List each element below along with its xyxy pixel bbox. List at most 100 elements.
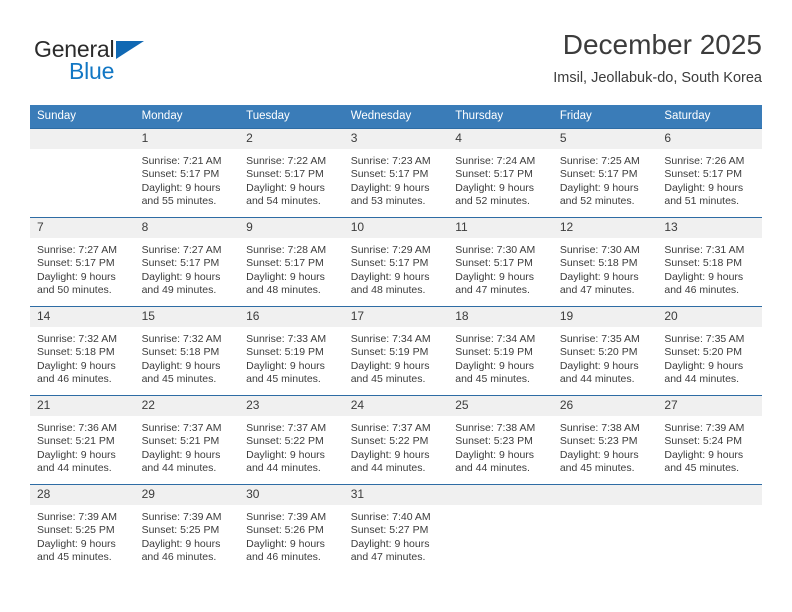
daylight-duration-line-1: Daylight: 9 hours	[246, 181, 325, 194]
calendar-day-cell[interactable]: 11 Sunrise: 7:30 AM Sunset: 5:17 PM Dayligh…	[448, 217, 553, 307]
sunset-time: Sunset: 5:23 PM	[455, 435, 533, 448]
day-details: Sunrise: 7:37 AM Sunset: 5:22 PM Daylight:…	[344, 416, 449, 476]
calendar-day-cell[interactable]: 25 Sunrise: 7:38 AM Sunset: 5:23 PM Dayligh…	[448, 395, 553, 485]
calendar-day-cell[interactable]: 7 Sunrise: 7:27 AM Sunset: 5:17 PM Daylight…	[30, 217, 135, 307]
daylight-duration-line-2: and 52 minutes.	[559, 195, 635, 208]
calendar-day-cell[interactable]: 3 Sunrise: 7:23 AM Sunset: 5:17 PM Daylight…	[343, 128, 449, 218]
day-details: Sunrise: 7:39 AM Sunset: 5:24 PM Daylight:…	[657, 416, 762, 476]
calendar-day-cell[interactable]: 17 Sunrise: 7:34 AM Sunset: 5:19 PM Dayligh…	[343, 306, 449, 396]
sunset-time: Sunset: 5:17 PM	[246, 257, 324, 270]
location-subtitle: Imsil, Jeollabuk-do, South Korea	[553, 70, 762, 86]
calendar-week-row: 14 Sunrise: 7:32 AM Sunset: 5:18 PM Dayligh…	[30, 306, 762, 396]
daylight-duration-line-1: Daylight: 9 hours	[141, 181, 221, 194]
daylight-duration-line-2: and 44 minutes.	[455, 462, 530, 475]
calendar-day-cell[interactable]: 30 Sunrise: 7:39 AM Sunset: 5:26 PM Dayligh…	[239, 484, 344, 573]
day-number: 4	[448, 129, 553, 149]
calendar-day-cell[interactable]: 18 Sunrise: 7:34 AM Sunset: 5:19 PM Dayligh…	[448, 306, 553, 396]
daylight-duration-line-2: and 49 minutes.	[141, 284, 217, 297]
calendar-day-cell[interactable]: 21 Sunrise: 7:36 AM Sunset: 5:21 PM Dayligh…	[30, 395, 135, 485]
calendar-day-cell[interactable]: 23 Sunrise: 7:37 AM Sunset: 5:22 PM Dayligh…	[239, 395, 344, 485]
calendar-day-cell[interactable]: 4 Sunrise: 7:24 AM Sunset: 5:17 PM Daylight…	[448, 128, 553, 218]
daylight-duration-line-2: and 48 minutes.	[246, 284, 321, 297]
day-details: Sunrise: 7:21 AM Sunset: 5:17 PM Daylight:…	[135, 149, 240, 209]
calendar-day-cell[interactable]: 6 Sunrise: 7:26 AM Sunset: 5:17 PM Daylight…	[657, 128, 762, 218]
day-details: Sunrise: 7:24 AM Sunset: 5:17 PM Daylight:…	[448, 149, 553, 209]
calendar-day-cell[interactable]: 24 Sunrise: 7:37 AM Sunset: 5:22 PM Dayligh…	[343, 395, 449, 485]
sunset-time: Sunset: 5:27 PM	[350, 524, 429, 537]
day-details: Sunrise: 7:40 AM Sunset: 5:27 PM Daylight:…	[344, 505, 449, 565]
calendar-day-cell[interactable]: 8 Sunrise: 7:27 AM Sunset: 5:17 PM Daylight…	[134, 217, 240, 307]
daylight-duration-line-2: and 55 minutes.	[141, 195, 217, 208]
day-details: Sunrise: 7:33 AM Sunset: 5:19 PM Daylight:…	[239, 327, 344, 387]
daylight-duration-line-2: and 44 minutes.	[141, 462, 217, 475]
sunset-time: Sunset: 5:25 PM	[141, 524, 220, 537]
daylight-duration-line-1: Daylight: 9 hours	[664, 181, 744, 194]
daylight-duration-line-2: and 47 minutes.	[350, 551, 426, 564]
calendar-day-cell[interactable]: 22 Sunrise: 7:37 AM Sunset: 5:21 PM Dayligh…	[134, 395, 240, 485]
page-title: December 2025	[562, 29, 762, 60]
day-number: 19	[552, 307, 658, 327]
calendar-day-cell[interactable]: 31 Sunrise: 7:40 AM Sunset: 5:27 PM Dayligh…	[343, 484, 449, 573]
day-details: Sunrise: 7:34 AM Sunset: 5:19 PM Daylight:…	[344, 327, 449, 387]
calendar-day-cell[interactable]: 19 Sunrise: 7:35 AM Sunset: 5:20 PM Dayligh…	[552, 306, 658, 396]
calendar-day-cell[interactable]: 1 Sunrise: 7:21 AM Sunset: 5:17 PM Daylight…	[134, 128, 240, 218]
day-details: Sunrise: 7:37 AM Sunset: 5:22 PM Daylight:…	[239, 416, 344, 476]
sunrise-time: Sunrise: 7:37 AM	[350, 422, 431, 434]
sunrise-sunset-calendar: Sunday Monday Tuesday Wednesday Thursday…	[30, 105, 762, 573]
daylight-duration-line-2: and 46 minutes.	[141, 551, 217, 564]
sunrise-time: Sunrise: 7:39 AM	[246, 511, 327, 523]
sunrise-time: Sunrise: 7:38 AM	[559, 422, 640, 434]
sunrise-time: Sunrise: 7:29 AM	[350, 244, 431, 256]
daylight-duration-line-2: and 47 minutes.	[455, 284, 530, 297]
calendar-day-cell[interactable]: 9 Sunrise: 7:28 AM Sunset: 5:17 PM Daylight…	[239, 217, 344, 307]
calendar-week-row: 28 Sunrise: 7:39 AM Sunset: 5:25 PM Dayligh…	[30, 484, 762, 573]
day-details: Sunrise: 7:36 AM Sunset: 5:21 PM Daylight:…	[30, 416, 135, 476]
sunrise-time: Sunrise: 7:25 AM	[559, 155, 640, 167]
calendar-day-cell[interactable]: 5 Sunrise: 7:25 AM Sunset: 5:17 PM Daylight…	[552, 128, 658, 218]
daylight-duration-line-2: and 44 minutes.	[37, 462, 112, 475]
day-number: 13	[657, 218, 762, 238]
calendar-day-cell[interactable]: 2 Sunrise: 7:22 AM Sunset: 5:17 PM Daylight…	[239, 128, 344, 218]
sunrise-time: Sunrise: 7:34 AM	[455, 333, 536, 345]
calendar-day-cell[interactable]: 12 Sunrise: 7:30 AM Sunset: 5:18 PM Dayligh…	[552, 217, 658, 307]
day-details: Sunrise: 7:29 AM Sunset: 5:17 PM Daylight:…	[344, 238, 449, 298]
daylight-duration-line-1: Daylight: 9 hours	[246, 448, 325, 461]
daylight-duration-line-2: and 54 minutes.	[246, 195, 321, 208]
sunset-time: Sunset: 5:18 PM	[141, 346, 220, 359]
calendar-day-cell[interactable]: 29 Sunrise: 7:39 AM Sunset: 5:25 PM Dayligh…	[134, 484, 240, 573]
day-number: 31	[343, 485, 449, 505]
calendar-day-cell[interactable]: 14 Sunrise: 7:32 AM Sunset: 5:18 PM Dayligh…	[30, 306, 135, 396]
calendar-day-cell[interactable]: 16 Sunrise: 7:33 AM Sunset: 5:19 PM Dayligh…	[239, 306, 344, 396]
calendar-day-cell[interactable]: 13 Sunrise: 7:31 AM Sunset: 5:18 PM Dayligh…	[657, 217, 762, 307]
day-number: 20	[657, 307, 762, 327]
sunrise-time: Sunrise: 7:33 AM	[246, 333, 327, 345]
calendar-day-cell[interactable]: 20 Sunrise: 7:35 AM Sunset: 5:20 PM Dayligh…	[657, 306, 762, 396]
calendar-week-row: 7 Sunrise: 7:27 AM Sunset: 5:17 PM Daylight…	[30, 217, 762, 307]
calendar-day-cell[interactable]: 10 Sunrise: 7:29 AM Sunset: 5:17 PM Dayligh…	[343, 217, 449, 307]
weekday-header-sunday: Sunday	[30, 105, 135, 129]
calendar-day-cell[interactable]: 26 Sunrise: 7:38 AM Sunset: 5:23 PM Dayligh…	[552, 395, 658, 485]
daylight-duration-line-1: Daylight: 9 hours	[141, 359, 221, 372]
calendar-page: General Blue December 2025 Imsil, Jeolla…	[0, 0, 792, 612]
sunset-time: Sunset: 5:18 PM	[37, 346, 115, 359]
day-details: Sunrise: 7:32 AM Sunset: 5:18 PM Daylight:…	[30, 327, 135, 387]
day-number	[30, 129, 135, 149]
day-details: Sunrise: 7:26 AM Sunset: 5:17 PM Daylight:…	[657, 149, 762, 209]
day-number: 12	[552, 218, 658, 238]
day-number: 29	[134, 485, 240, 505]
calendar-day-cell[interactable]: 28 Sunrise: 7:39 AM Sunset: 5:25 PM Dayligh…	[30, 484, 135, 573]
daylight-duration-line-2: and 45 minutes.	[37, 551, 112, 564]
sunrise-time: Sunrise: 7:34 AM	[350, 333, 431, 345]
day-details: Sunrise: 7:32 AM Sunset: 5:18 PM Daylight:…	[135, 327, 240, 387]
calendar-day-cell[interactable]: 27 Sunrise: 7:39 AM Sunset: 5:24 PM Dayligh…	[657, 395, 762, 485]
sunrise-time: Sunrise: 7:22 AM	[246, 155, 327, 167]
day-details: Sunrise: 7:38 AM Sunset: 5:23 PM Daylight:…	[553, 416, 658, 476]
daylight-duration-line-2: and 45 minutes.	[664, 462, 740, 475]
daylight-duration-line-1: Daylight: 9 hours	[455, 270, 535, 283]
sunset-time: Sunset: 5:24 PM	[664, 435, 743, 448]
calendar-day-cell[interactable]: 15 Sunrise: 7:32 AM Sunset: 5:18 PM Dayligh…	[134, 306, 240, 396]
sunrise-time: Sunrise: 7:37 AM	[141, 422, 222, 434]
sunset-time: Sunset: 5:17 PM	[37, 257, 115, 270]
daylight-duration-line-2: and 46 minutes.	[37, 373, 112, 386]
sunset-time: Sunset: 5:22 PM	[350, 435, 429, 448]
